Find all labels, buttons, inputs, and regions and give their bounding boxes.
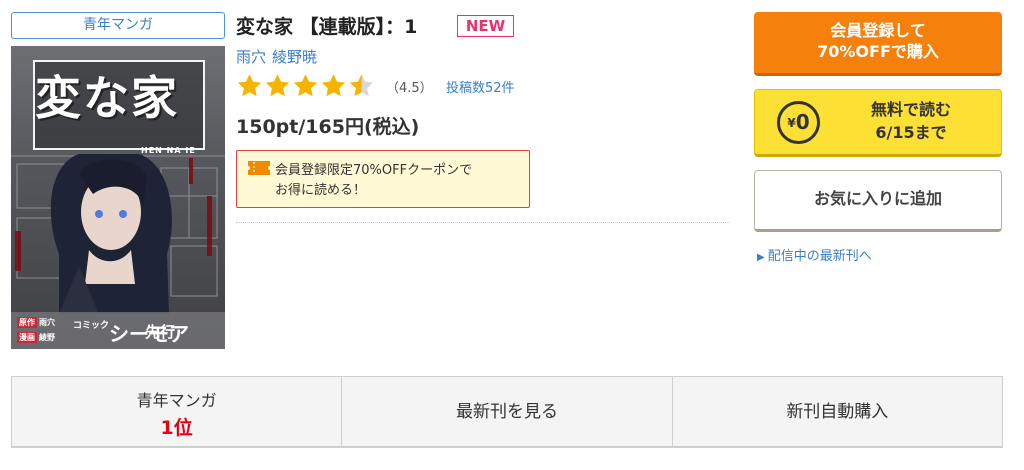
cover-credit-story: 雨穴: [39, 318, 55, 327]
member-register-purchase-button[interactable]: 会員登録して 70%OFFで購入: [754, 12, 1002, 76]
author-link[interactable]: 綾野暁: [272, 48, 317, 66]
cover-character-illustration: [50, 154, 172, 314]
star-half-icon: [349, 74, 374, 97]
coupon-text-line2: お得に読める！: [275, 183, 367, 198]
review-count-link[interactable]: 投稿数52件: [446, 77, 515, 96]
star-full-icon: [265, 74, 290, 97]
add-favorite-button[interactable]: お気に入りに追加: [754, 170, 1002, 232]
latest-volume-link[interactable]: ▶ 配信中の最新刊へ: [757, 245, 872, 264]
author-link[interactable]: 雨穴: [236, 48, 266, 66]
book-title: 変な家 【連載版】：1: [236, 16, 418, 38]
rating-stars: [236, 72, 376, 100]
ranking-position: 1位: [160, 417, 193, 439]
new-badge: NEW: [457, 15, 514, 37]
author-list: 雨穴 綾野暁: [236, 46, 323, 67]
free-read-button[interactable]: ¥0 無料で読む 6/15まで: [754, 89, 1002, 157]
tab-auto-purchase[interactable]: 新刊自動購入: [673, 377, 1002, 446]
section-divider: [236, 222, 730, 223]
price-text: 150pt/165円(税込): [236, 116, 420, 138]
star-full-icon: [237, 74, 262, 97]
tab-view-latest[interactable]: 最新刊を見る: [342, 377, 673, 446]
cover-brand-suffix: 先行: [145, 323, 176, 341]
cover-credit-art: 綾野: [39, 333, 55, 342]
triangle-right-icon: ▶: [757, 252, 765, 263]
rating-value: （4.5）: [386, 81, 433, 96]
star-full-icon: [293, 74, 318, 97]
coupon-notice: 会員登録限定70%OFFクーポンで お得に読める！: [236, 150, 530, 208]
bottom-tab-bar: 青年マンガ 1位 最新刊を見る 新刊自動購入: [11, 376, 1003, 448]
book-cover-image[interactable]: 変な家 HEN NA IE 原作 雨穴 漫画 綾野 コミックシーモア 先行: [11, 46, 225, 349]
cover-footer-band: 原作 雨穴 漫画 綾野 コミックシーモア 先行: [11, 312, 225, 349]
yen-zero-icon: ¥0: [777, 101, 820, 144]
tab-genre-ranking[interactable]: 青年マンガ 1位: [12, 377, 343, 446]
coupon-ticket-icon: [248, 161, 270, 175]
genre-tag-link[interactable]: 青年マンガ: [11, 12, 225, 39]
cover-title-text: 変な家: [35, 71, 179, 125]
star-full-icon: [321, 74, 346, 97]
coupon-text-line1: 会員登録限定70%OFFクーポンで: [275, 163, 473, 178]
